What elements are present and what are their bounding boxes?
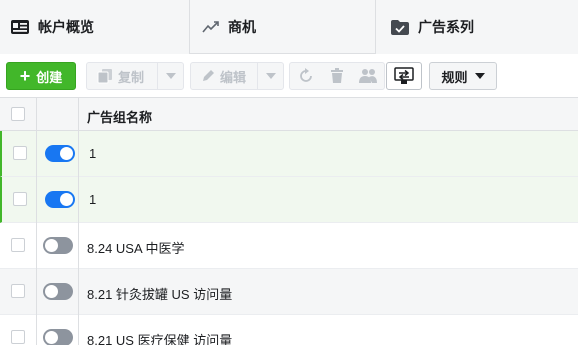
top-tabs: 帐户概览 商机 广告系列 — [0, 0, 578, 54]
status-toggle[interactable] — [43, 329, 73, 345]
tab-label: 商机 — [228, 19, 256, 35]
create-label: 创建 — [36, 69, 63, 85]
ad-set-name[interactable]: 8.21 针灸拔罐 US 访问量 — [87, 284, 232, 303]
chevron-down-icon — [165, 73, 176, 79]
table-row[interactable]: 1 — [0, 131, 578, 177]
trend-icon — [202, 21, 219, 33]
table-row[interactable]: 8.21 US 医疗保健 访问量 — [0, 315, 578, 345]
toggle-knob — [45, 239, 58, 252]
toggle-knob — [45, 285, 58, 298]
copy-button-group: 复制 — [86, 62, 184, 90]
row-checkbox[interactable] — [11, 330, 25, 344]
pencil-icon — [203, 70, 214, 81]
status-toggle[interactable] — [43, 283, 73, 300]
select-all-checkbox[interactable] — [11, 107, 25, 121]
ad-set-name[interactable]: 8.24 USA 中医学 — [87, 238, 185, 257]
status-toggle[interactable] — [45, 145, 75, 162]
ad-set-name[interactable]: 1 — [89, 146, 96, 161]
edit-dropdown[interactable] — [257, 63, 283, 89]
copy-icon — [97, 69, 112, 84]
table-row[interactable]: 1 — [0, 177, 578, 223]
table-header: 广告组名称 — [0, 98, 578, 131]
plus-icon: + — [19, 66, 31, 86]
column-divider — [78, 98, 79, 345]
row-checkbox[interactable] — [11, 284, 25, 298]
column-divider — [36, 98, 37, 345]
status-toggle[interactable] — [45, 191, 75, 208]
toggle-knob — [45, 331, 58, 344]
swap-icon — [394, 67, 414, 84]
refresh-button[interactable] — [290, 63, 321, 89]
copy-label: 复制 — [118, 69, 145, 85]
account-overview-icon — [11, 20, 29, 34]
tab-campaigns[interactable]: 广告系列 — [376, 0, 578, 54]
chevron-down-icon — [265, 73, 276, 79]
delete-button[interactable] — [321, 63, 352, 89]
rules-label: 规则 — [441, 69, 468, 85]
refresh-icon — [299, 68, 312, 82]
column-header-name[interactable]: 广告组名称 — [87, 107, 152, 126]
ad-set-name[interactable]: 1 — [89, 192, 96, 207]
tab-label: 帐户概览 — [38, 19, 94, 35]
ab-test-button[interactable] — [386, 62, 422, 90]
copy-button[interactable]: 复制 — [87, 63, 144, 89]
tab-label: 广告系列 — [418, 19, 474, 35]
table-row[interactable]: 8.21 针灸拔罐 US 访问量 — [0, 269, 578, 315]
trash-icon — [330, 68, 343, 83]
ad-set-name[interactable]: 8.21 US 医疗保健 访问量 — [87, 330, 232, 345]
edit-button-group: 编辑 — [190, 62, 284, 90]
action-icon-group — [289, 62, 385, 90]
copy-dropdown[interactable] — [157, 63, 183, 89]
toolbar: + 创建 复制 编辑 规则 — [0, 54, 578, 97]
rules-button[interactable]: 规则 — [429, 62, 497, 90]
status-toggle[interactable] — [43, 237, 73, 254]
table-row[interactable]: 8.24 USA 中医学 — [0, 223, 578, 269]
audience-button[interactable] — [353, 63, 384, 89]
tab-account-overview[interactable]: 帐户概览 — [0, 0, 190, 54]
row-checkbox[interactable] — [13, 192, 27, 206]
toggle-knob — [60, 193, 73, 206]
people-icon — [359, 69, 378, 83]
tab-opportunities[interactable]: 商机 — [190, 0, 376, 54]
chevron-down-icon — [474, 73, 485, 79]
create-button[interactable]: + 创建 — [6, 62, 76, 90]
folder-check-icon — [391, 19, 409, 35]
toggle-knob — [60, 147, 73, 160]
row-checkbox[interactable] — [13, 146, 27, 160]
ad-set-table: 广告组名称 1 1 8.24 USA 中医学 8.21 针灸拔罐 US 访问量 … — [0, 97, 578, 345]
edit-label: 编辑 — [220, 69, 247, 85]
edit-button[interactable]: 编辑 — [191, 63, 246, 89]
row-checkbox[interactable] — [11, 238, 25, 252]
